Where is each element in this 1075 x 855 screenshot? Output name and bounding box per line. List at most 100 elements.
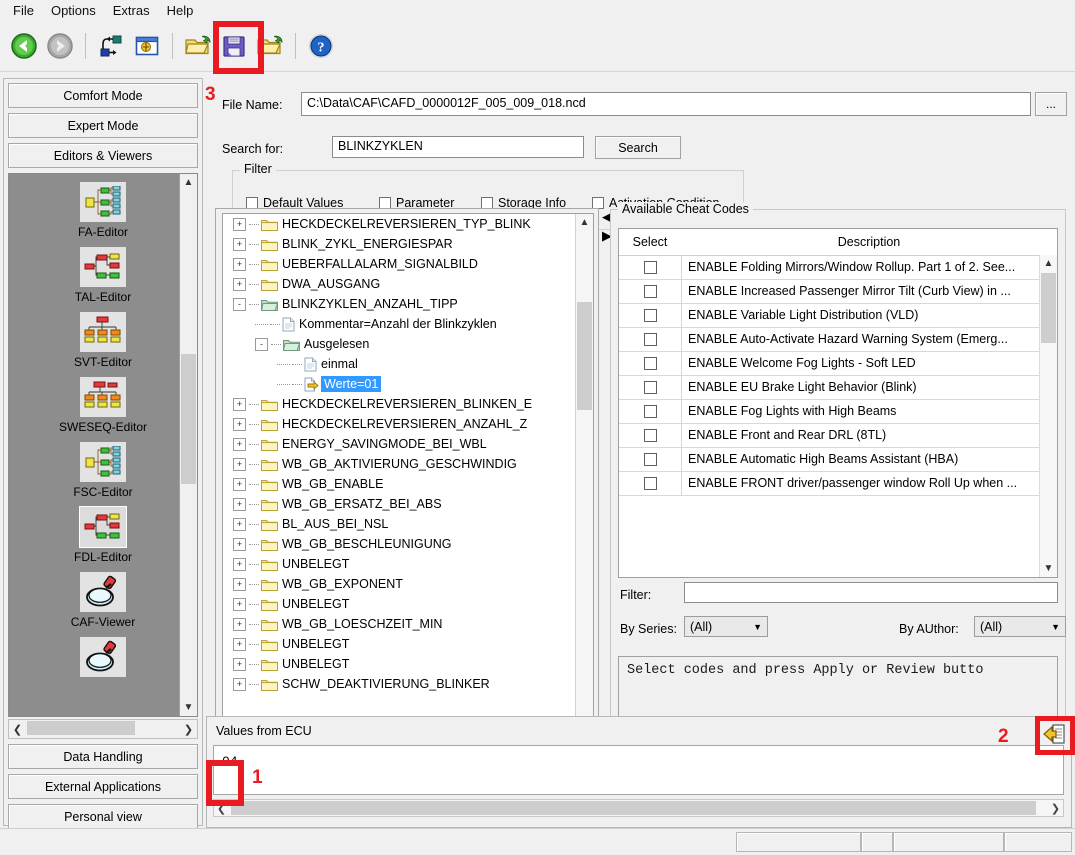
scroll-thumb[interactable]	[181, 354, 196, 484]
tree-row[interactable]: + ENERGY_SAVINGMODE_BEI_WBL	[223, 434, 578, 454]
cheat-code-row[interactable]: ENABLE Automatic High Beams Assistant (H…	[619, 448, 1057, 472]
by-series-select[interactable]: (All) ▼	[684, 616, 768, 637]
sidebar-icon-sweseq-editor[interactable]: SWESEQ-Editor	[9, 369, 197, 434]
cheat-code-select-cell[interactable]	[619, 453, 681, 466]
sidebar-item-comfort-mode[interactable]: Comfort Mode	[8, 83, 198, 108]
tree-row[interactable]: + WB_GB_AKTIVIERUNG_GESCHWINDIG	[223, 454, 578, 474]
sidebar-icon-tal-editor[interactable]: TAL-Editor	[9, 239, 197, 304]
tree-row[interactable]: + BLINK_ZYKL_ENERGIESPAR	[223, 234, 578, 254]
sidebar-icon-partial-viewer[interactable]	[9, 629, 197, 680]
scroll-thumb[interactable]	[231, 801, 1036, 815]
tree-row[interactable]: - Ausgelesen	[223, 334, 578, 354]
tree-row[interactable]: Werte=01	[223, 374, 578, 394]
tree-collapse-icon[interactable]: -	[255, 337, 268, 351]
help-icon[interactable]: ?	[303, 28, 339, 64]
tree-expand-icon[interactable]: +	[233, 457, 246, 471]
cheat-code-select-cell[interactable]	[619, 261, 681, 274]
tree-collapse-icon[interactable]: -	[233, 297, 246, 311]
ecu-horizontal-scrollbar[interactable]: ❮ ❯	[213, 799, 1064, 817]
scroll-right-icon[interactable]: ❯	[180, 723, 197, 736]
scroll-left-icon[interactable]: ❮	[9, 723, 26, 736]
tree-row[interactable]: + WB_GB_BESCHLEUNIGUNG	[223, 534, 578, 554]
sidebar-item-personal-view[interactable]: Personal view	[8, 804, 198, 829]
cheat-code-select-cell[interactable]	[619, 357, 681, 370]
by-author-select[interactable]: (All) ▼	[974, 616, 1066, 637]
back-icon[interactable]	[6, 28, 42, 64]
parameter-tree[interactable]: + HECKDECKELREVERSIEREN_TYP_BLINK + BLINK_Z…	[223, 214, 578, 762]
tree-row[interactable]: + WB_GB_EXPONENT	[223, 574, 578, 594]
tree-expand-icon[interactable]: +	[233, 477, 246, 491]
checkbox-box[interactable]	[643, 357, 657, 370]
tree-row[interactable]: + UNBELEGT	[223, 654, 578, 674]
connect-ecu-icon[interactable]	[93, 28, 129, 64]
sidebar-vertical-scrollbar[interactable]: ▲ ▼	[179, 174, 197, 716]
cheat-code-row[interactable]: ENABLE Fog Lights with High Beams	[619, 400, 1057, 424]
checkbox-box[interactable]	[643, 261, 657, 274]
write-to-ecu-icon[interactable]	[1041, 721, 1067, 747]
sidebar-item-data-handling[interactable]: Data Handling	[8, 744, 198, 769]
cheat-codes-vertical-scrollbar[interactable]: ▲ ▼	[1039, 255, 1057, 577]
ecu-value-cell[interactable]: 04	[222, 754, 238, 769]
menu-item-options[interactable]: Options	[44, 1, 103, 20]
sidebar-icon-fdl-editor[interactable]: FDL-Editor	[9, 499, 197, 564]
sidebar-item-expert-mode[interactable]: Expert Mode	[8, 113, 198, 138]
tree-expand-icon[interactable]: +	[233, 397, 246, 411]
cheat-code-row[interactable]: ENABLE FRONT driver/passenger window Rol…	[619, 472, 1057, 496]
checkbox-box[interactable]	[643, 453, 657, 466]
tree-row[interactable]: einmal	[223, 354, 578, 374]
search-button[interactable]: Search	[595, 136, 681, 159]
checkbox-box[interactable]	[643, 429, 657, 442]
menu-item-extras[interactable]: Extras	[106, 1, 157, 20]
cheat-filter-input[interactable]	[684, 582, 1058, 603]
export-folder-icon[interactable]	[252, 28, 288, 64]
open-folder-icon[interactable]	[180, 28, 216, 64]
cheat-code-row[interactable]: ENABLE Front and Rear DRL (8TL)	[619, 424, 1057, 448]
tree-expand-icon[interactable]: +	[233, 537, 246, 551]
menu-item-help[interactable]: Help	[160, 1, 201, 20]
cheat-code-row[interactable]: ENABLE Welcome Fog Lights - Soft LED	[619, 352, 1057, 376]
tree-row[interactable]: + UEBERFALLALARM_SIGNALBILD	[223, 254, 578, 274]
checkbox-box[interactable]	[643, 381, 657, 394]
checkbox-box[interactable]	[643, 285, 657, 298]
scroll-down-icon[interactable]: ▼	[180, 699, 197, 716]
search-input[interactable]: BLINKZYKLEN	[332, 136, 584, 158]
scroll-up-icon[interactable]: ▲	[1040, 255, 1057, 272]
cheat-code-row[interactable]: ENABLE Folding Mirrors/Window Rollup. Pa…	[619, 256, 1057, 280]
tree-row[interactable]: + HECKDECKELREVERSIEREN_TYP_BLINK	[223, 214, 578, 234]
scroll-up-icon[interactable]: ▲	[576, 214, 593, 231]
checkbox-box[interactable]	[643, 333, 657, 346]
sidebar-item-editors-viewers[interactable]: Editors & Viewers	[8, 143, 198, 168]
tree-expand-icon[interactable]: +	[233, 597, 246, 611]
cheat-code-row[interactable]: ENABLE Auto-Activate Hazard Warning Syst…	[619, 328, 1057, 352]
tree-expand-icon[interactable]: +	[233, 657, 246, 671]
tree-expand-icon[interactable]: +	[233, 637, 246, 651]
tree-expand-icon[interactable]: +	[233, 277, 246, 291]
cheat-code-select-cell[interactable]	[619, 381, 681, 394]
tree-vertical-scrollbar[interactable]: ▲ ▼	[575, 214, 593, 762]
scroll-thumb[interactable]	[27, 721, 135, 735]
tree-expand-icon[interactable]: +	[233, 517, 246, 531]
tree-row[interactable]: Kommentar=Anzahl der Blinkzyklen	[223, 314, 578, 334]
checkbox-box[interactable]	[643, 405, 657, 418]
tree-row[interactable]: + WB_GB_ENABLE	[223, 474, 578, 494]
scroll-right-icon[interactable]: ❯	[1048, 801, 1063, 815]
tree-row[interactable]: + HECKDECKELREVERSIEREN_ANZAHL_Z	[223, 414, 578, 434]
tree-row[interactable]: + UNBELEGT	[223, 634, 578, 654]
tree-row[interactable]: + HECKDECKELREVERSIEREN_BLINKEN_E	[223, 394, 578, 414]
tree-row[interactable]: - BLINKZYKLEN_ANZAHL_TIPP	[223, 294, 578, 314]
sidebar-horizontal-scrollbar[interactable]: ❮ ❯	[8, 719, 198, 739]
tree-expand-icon[interactable]: +	[233, 417, 246, 431]
checkbox-box[interactable]	[643, 477, 657, 490]
sidebar-icon-caf-viewer[interactable]: CAF-Viewer	[9, 564, 197, 629]
tree-expand-icon[interactable]: +	[233, 577, 246, 591]
cheat-code-select-cell[interactable]	[619, 477, 681, 490]
tree-row[interactable]: + WB_GB_ERSATZ_BEI_ABS	[223, 494, 578, 514]
menu-item-file[interactable]: File	[6, 1, 41, 20]
cheat-code-select-cell[interactable]	[619, 405, 681, 418]
cheat-code-select-cell[interactable]	[619, 309, 681, 322]
tree-expand-icon[interactable]: +	[233, 677, 246, 691]
tree-expand-icon[interactable]: +	[233, 217, 246, 231]
save-icon[interactable]	[216, 28, 252, 64]
cheat-code-select-cell[interactable]	[619, 333, 681, 346]
values-from-ecu-grid[interactable]: 04	[213, 745, 1064, 795]
